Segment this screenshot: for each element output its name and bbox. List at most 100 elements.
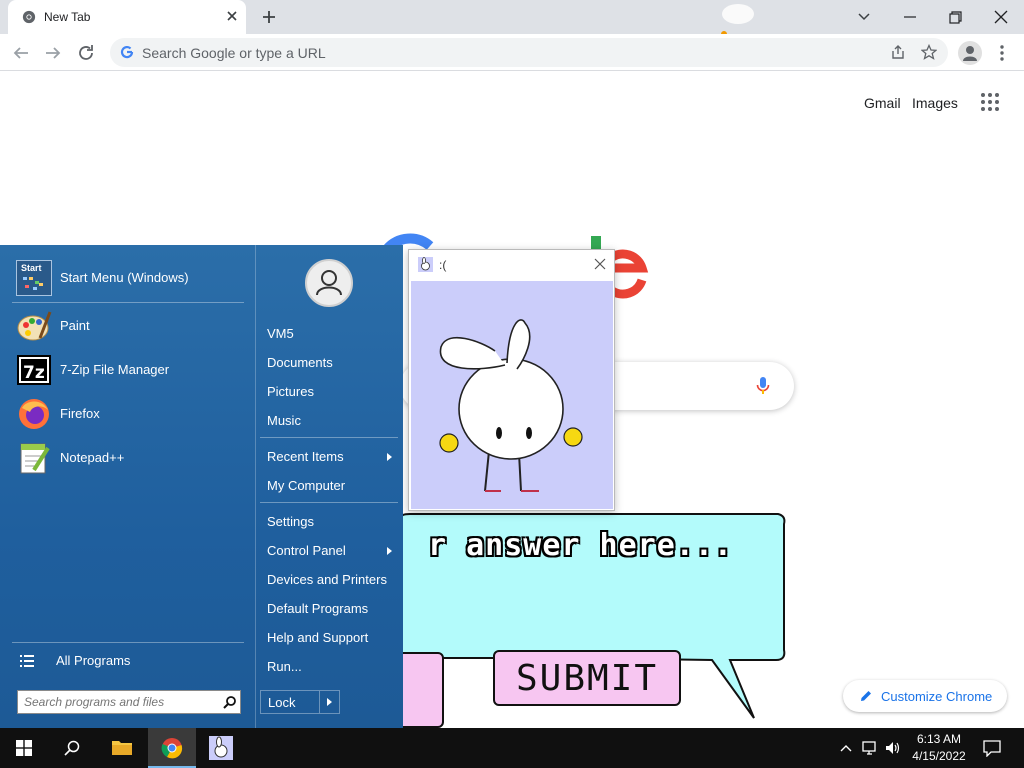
7zip-icon: 7z: [17, 355, 51, 385]
windows-logo-icon: [16, 740, 32, 756]
customize-chrome-button[interactable]: Customize Chrome: [843, 680, 1007, 712]
tab-search-chevron-icon[interactable]: [852, 6, 876, 28]
link-default-programs[interactable]: Default Programs: [267, 601, 368, 616]
google-apps-icon[interactable]: [980, 92, 1000, 112]
submenu-arrow-icon: [387, 453, 392, 461]
separator: [260, 502, 398, 503]
program-label: Start Menu (Windows): [60, 270, 189, 285]
bunny-app-icon: [209, 736, 233, 760]
program-7zip[interactable]: 7z 7-Zip File Manager: [12, 349, 246, 391]
link-pictures[interactable]: Pictures: [267, 384, 314, 399]
lock-button[interactable]: Lock: [260, 690, 340, 714]
start-button[interactable]: [0, 728, 48, 768]
link-devices-printers[interactable]: Devices and Printers: [267, 572, 387, 587]
search-programs-input[interactable]: [18, 691, 218, 713]
link-music[interactable]: Music: [267, 413, 301, 428]
lock-options-arrow-icon: [327, 698, 332, 706]
taskbar-chrome[interactable]: [148, 728, 196, 768]
notepadpp-icon: [20, 443, 50, 474]
start-menu-icon: Start: [16, 260, 52, 296]
program-label: Notepad++: [60, 450, 125, 465]
taskbar-search-button[interactable]: [48, 728, 96, 768]
start-menu: Start Start Menu (Windows) Paint 7z 7-Zi…: [0, 245, 403, 728]
start-menu-places-pane: VM5 Documents Pictures Music Recent Item…: [255, 245, 403, 728]
program-start-menu-windows[interactable]: Start Start Menu (Windows): [12, 257, 246, 299]
firefox-icon: [19, 399, 49, 429]
person-icon: [963, 46, 977, 61]
bunny-drawing: [439, 319, 583, 492]
forward-arrow-icon[interactable]: [42, 42, 64, 64]
tray-chevron-up-icon[interactable]: [838, 740, 854, 756]
separator: [12, 642, 244, 643]
lock-label: Lock: [268, 695, 296, 710]
tab-new-tab[interactable]: New Tab: [8, 0, 246, 34]
link-control-panel[interactable]: Control Panel: [267, 543, 346, 558]
minimize-icon[interactable]: [898, 6, 922, 28]
share-icon[interactable]: [890, 44, 906, 60]
popup-close-icon[interactable]: [592, 256, 608, 272]
popup-window[interactable]: :(: [408, 249, 615, 511]
link-settings[interactable]: Settings: [267, 514, 314, 529]
paint-icon: [17, 311, 52, 341]
link-help-support[interactable]: Help and Support: [267, 630, 368, 645]
link-recent-items[interactable]: Recent Items: [267, 449, 344, 464]
google-g-icon: [120, 45, 134, 59]
profile-avatar[interactable]: [958, 41, 982, 65]
microphone-icon[interactable]: [756, 376, 770, 396]
search-programs-box[interactable]: [17, 690, 241, 714]
answer-placeholder-text[interactable]: r answer here...: [428, 528, 733, 563]
bunny-app-icon: [418, 257, 433, 272]
chrome-favicon-icon: [22, 10, 36, 24]
kebab-menu-icon[interactable]: [996, 43, 1008, 63]
taskbar: 6:13 AM 4/15/2022: [0, 728, 1024, 768]
program-firefox[interactable]: Firefox: [12, 393, 246, 435]
popup-title: :(: [439, 258, 447, 272]
link-run[interactable]: Run...: [267, 659, 302, 674]
folder-icon: [112, 741, 132, 755]
bookmark-star-icon[interactable]: [921, 44, 937, 60]
all-programs-button[interactable]: All Programs: [16, 648, 246, 674]
program-paint[interactable]: Paint: [12, 305, 246, 347]
program-notepadpp[interactable]: Notepad++: [12, 437, 246, 479]
new-tab-plus-icon[interactable]: [260, 8, 278, 26]
clock-date[interactable]: 4/15/2022: [900, 749, 978, 763]
tab-title: New Tab: [44, 10, 91, 24]
search-icon[interactable]: [223, 695, 237, 709]
link-documents[interactable]: Documents: [267, 355, 333, 370]
reload-icon[interactable]: [75, 42, 97, 64]
user-avatar[interactable]: [305, 259, 353, 307]
svg-text:7z: 7z: [23, 363, 45, 383]
program-label: Firefox: [60, 406, 100, 421]
customize-chrome-label: Customize Chrome: [881, 689, 993, 704]
submenu-arrow-icon: [387, 547, 392, 555]
link-my-computer[interactable]: My Computer: [267, 478, 345, 493]
omnibox-placeholder: Search Google or type a URL: [142, 45, 326, 61]
tab-close-icon[interactable]: [224, 8, 240, 24]
clock-time[interactable]: 6:13 AM: [900, 732, 978, 746]
network-icon[interactable]: [862, 740, 880, 756]
close-window-icon[interactable]: [989, 6, 1013, 28]
search-icon: [64, 740, 80, 756]
omnibox[interactable]: Search Google or type a URL: [110, 38, 948, 67]
user-icon: [316, 270, 342, 296]
list-icon: [20, 655, 34, 667]
taskbar-bunny-app[interactable]: [198, 728, 246, 768]
back-arrow-icon[interactable]: [10, 42, 32, 64]
images-link[interactable]: Images: [912, 95, 958, 111]
all-programs-label: All Programs: [56, 653, 131, 668]
gmail-link[interactable]: Gmail: [864, 95, 901, 111]
notifications-icon[interactable]: [983, 739, 1001, 757]
taskbar-file-explorer[interactable]: [98, 728, 146, 768]
browser-toolbar: Search Google or type a URL: [0, 34, 1024, 71]
submit-button[interactable]: SUBMIT: [493, 650, 681, 706]
bunny-canvas: [411, 281, 613, 509]
lock-options-button[interactable]: [319, 691, 339, 713]
restore-icon[interactable]: [943, 6, 967, 28]
separator: [12, 302, 244, 303]
program-label: 7-Zip File Manager: [60, 362, 170, 377]
start-menu-programs-pane: Start Start Menu (Windows) Paint 7z 7-Zi…: [0, 245, 255, 728]
start-icon-text: Start: [21, 263, 42, 273]
link-user[interactable]: VM5: [267, 326, 294, 341]
start-menu-mini-tiles-icon: [23, 277, 43, 290]
submit-label: SUBMIT: [515, 658, 659, 699]
